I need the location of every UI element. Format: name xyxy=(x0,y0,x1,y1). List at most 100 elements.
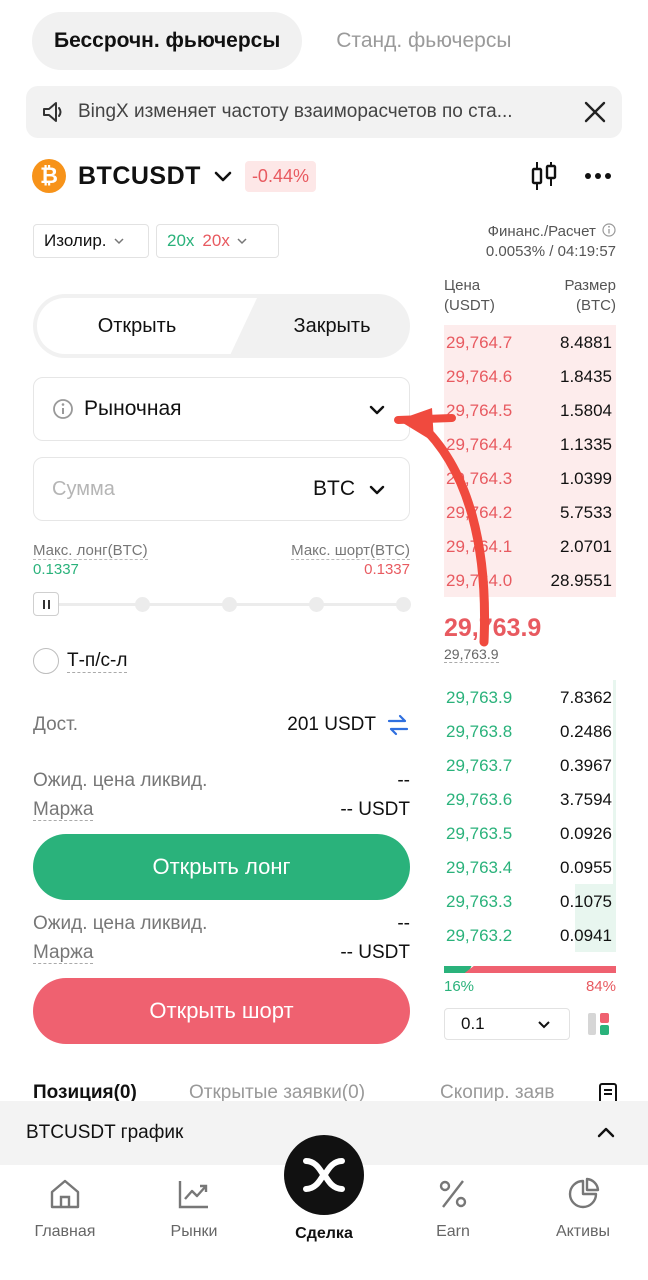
bid-size: 0.2486 xyxy=(560,722,612,741)
ask-size: 2.0701 xyxy=(560,537,612,556)
tpsl-option[interactable]: Т-п/с-л xyxy=(33,648,128,674)
amount-input[interactable] xyxy=(52,477,272,501)
funding-rate[interactable]: Финанс./Расчет 0.0053% / 04:19:57 xyxy=(430,222,616,262)
order-type-select[interactable]: Рыночная xyxy=(33,377,410,441)
chevron-down-icon[interactable] xyxy=(367,480,387,500)
nav-home[interactable]: Главная xyxy=(10,1177,120,1241)
open-long-button[interactable]: Открыть лонг xyxy=(33,834,410,900)
ask-row[interactable]: 29,764.0 28.9551 xyxy=(444,563,616,597)
ask-size: 1.5804 xyxy=(560,401,612,420)
margin-mode-select[interactable]: Изолир. xyxy=(33,224,149,258)
transfer-icon[interactable] xyxy=(386,714,410,736)
bid-row[interactable]: 29,763.5 0.0926 xyxy=(444,816,616,850)
ask-row[interactable]: 29,764.7 8.4881 xyxy=(444,325,616,359)
btc-coin-icon: ₿ xyxy=(32,159,66,193)
bid-row[interactable]: 29,763.3 0.1075 xyxy=(444,884,616,918)
chevron-down-icon xyxy=(113,238,124,245)
bid-row[interactable]: 29,763.2 0.0941 xyxy=(444,918,616,952)
bid-row[interactable]: 29,763.7 0.3967 xyxy=(444,748,616,782)
short-margin-label[interactable]: Маржа xyxy=(33,942,94,964)
bid-row[interactable]: 29,763.4 0.0955 xyxy=(444,850,616,884)
bid-price: 29,763.6 xyxy=(446,790,513,809)
bid-size: 0.1075 xyxy=(560,892,612,911)
tab-perpetual-futures[interactable]: Бессрочн. фьючерсы xyxy=(32,12,303,70)
ask-size: 5.7533 xyxy=(560,503,612,522)
precision-value: 0.1 xyxy=(461,1014,485,1033)
slider-step-100[interactable] xyxy=(396,597,411,612)
long-margin-row: Маржа -- USDT xyxy=(33,799,410,821)
tab-standard-futures[interactable]: Станд. фьючерсы xyxy=(314,29,533,53)
more-icon[interactable] xyxy=(584,164,612,188)
slider-step-75[interactable] xyxy=(309,597,324,612)
max-long-label[interactable]: Макс. лонг(BTC) xyxy=(33,542,148,560)
mark-price[interactable]: 29,763.9 xyxy=(444,646,499,663)
price-change-badge: -0.44% xyxy=(244,160,316,192)
bid-row[interactable]: 29,763.9 7.8362 xyxy=(444,680,616,714)
orderbook-view-icon[interactable] xyxy=(586,1011,612,1037)
max-short-label[interactable]: Макс. шорт(BTC) xyxy=(291,542,410,560)
available-label: Дост. xyxy=(33,714,79,735)
ask-row[interactable]: 29,764.6 1.8435 xyxy=(444,359,616,393)
long-liq-value: -- xyxy=(397,770,410,791)
long-margin-label[interactable]: Маржа xyxy=(33,799,94,821)
bid-price: 29,763.7 xyxy=(446,756,513,775)
candlestick-chart-icon[interactable] xyxy=(530,160,558,192)
bid-row[interactable]: 29,763.8 0.2486 xyxy=(444,714,616,748)
tpsl-radio[interactable] xyxy=(33,648,59,674)
buy-ratio: 16% xyxy=(444,978,475,995)
pair-selector[interactable]: BTCUSDT xyxy=(78,162,201,191)
announcement-banner[interactable]: BingX изменяет частоту взаиморасчетов по… xyxy=(26,86,622,138)
bid-size: 0.0955 xyxy=(560,858,612,877)
nav-assets[interactable]: Активы xyxy=(528,1177,638,1241)
ask-price: 29,764.2 xyxy=(446,503,513,522)
ask-size: 1.1335 xyxy=(560,435,612,454)
price-header-unit: (USDT) xyxy=(444,297,495,314)
long-margin-value: -- USDT xyxy=(340,799,410,820)
short-leverage: 20x xyxy=(202,231,230,250)
bid-size: 0.0941 xyxy=(560,926,612,945)
price-header: Цена xyxy=(444,277,481,294)
speaker-icon xyxy=(43,102,62,122)
ask-row[interactable]: 29,764.2 5.7533 xyxy=(444,495,616,529)
nav-earn-label: Earn xyxy=(436,1223,470,1240)
ask-row[interactable]: 29,764.1 2.0701 xyxy=(444,529,616,563)
sell-ratio-fill xyxy=(464,966,616,973)
open-tab[interactable]: Открыть xyxy=(37,298,257,354)
size-header: Размер xyxy=(564,277,616,294)
available-row: Дост. 201 USDT xyxy=(33,714,410,736)
chevron-down-icon xyxy=(237,238,247,245)
bingx-logo-icon xyxy=(303,1158,345,1192)
amount-slider[interactable] xyxy=(33,590,411,618)
close-tab[interactable]: Закрыть xyxy=(257,298,407,354)
bid-row[interactable]: 29,763.6 3.7594 xyxy=(444,782,616,816)
pair-header: ₿ BTCUSDT -0.44% xyxy=(32,156,616,196)
slider-handle[interactable] xyxy=(33,592,59,616)
ask-row[interactable]: 29,764.5 1.5804 xyxy=(444,393,616,427)
chevron-down-icon[interactable] xyxy=(213,166,233,186)
leverage-select[interactable]: 20x 20x xyxy=(156,224,279,258)
info-icon[interactable] xyxy=(52,398,74,420)
bid-depth-bar xyxy=(612,816,616,850)
open-close-toggle: Открыть Закрыть xyxy=(33,294,410,358)
home-icon xyxy=(50,1179,80,1209)
amount-unit-select[interactable]: BTC xyxy=(313,477,355,501)
open-short-button[interactable]: Открыть шорт xyxy=(33,978,410,1044)
bid-size: 0.0926 xyxy=(560,824,612,843)
slider-step-50[interactable] xyxy=(222,597,237,612)
nav-trade-button[interactable] xyxy=(284,1135,364,1215)
close-icon[interactable] xyxy=(582,99,608,125)
nav-markets[interactable]: Рынки xyxy=(139,1177,249,1241)
price-precision-select[interactable]: 0.1 xyxy=(444,1008,570,1040)
chevron-up-icon[interactable] xyxy=(596,1125,616,1139)
contract-type-tabs: Бессрочн. фьючерсы Станд. фьючерсы xyxy=(32,12,533,70)
long-liq-row: Ожид. цена ликвид. -- xyxy=(33,770,410,792)
slider-step-25[interactable] xyxy=(135,597,150,612)
long-liq-label: Ожид. цена ликвид. xyxy=(33,770,208,791)
nav-earn[interactable]: Earn xyxy=(398,1177,508,1241)
bid-depth-bar xyxy=(612,714,616,748)
ask-row[interactable]: 29,764.4 1.1335 xyxy=(444,427,616,461)
ask-row[interactable]: 29,764.3 1.0399 xyxy=(444,461,616,495)
bid-size: 7.8362 xyxy=(560,688,612,707)
nav-trade-label[interactable]: Сделка xyxy=(274,1225,374,1243)
info-icon[interactable] xyxy=(602,223,616,237)
